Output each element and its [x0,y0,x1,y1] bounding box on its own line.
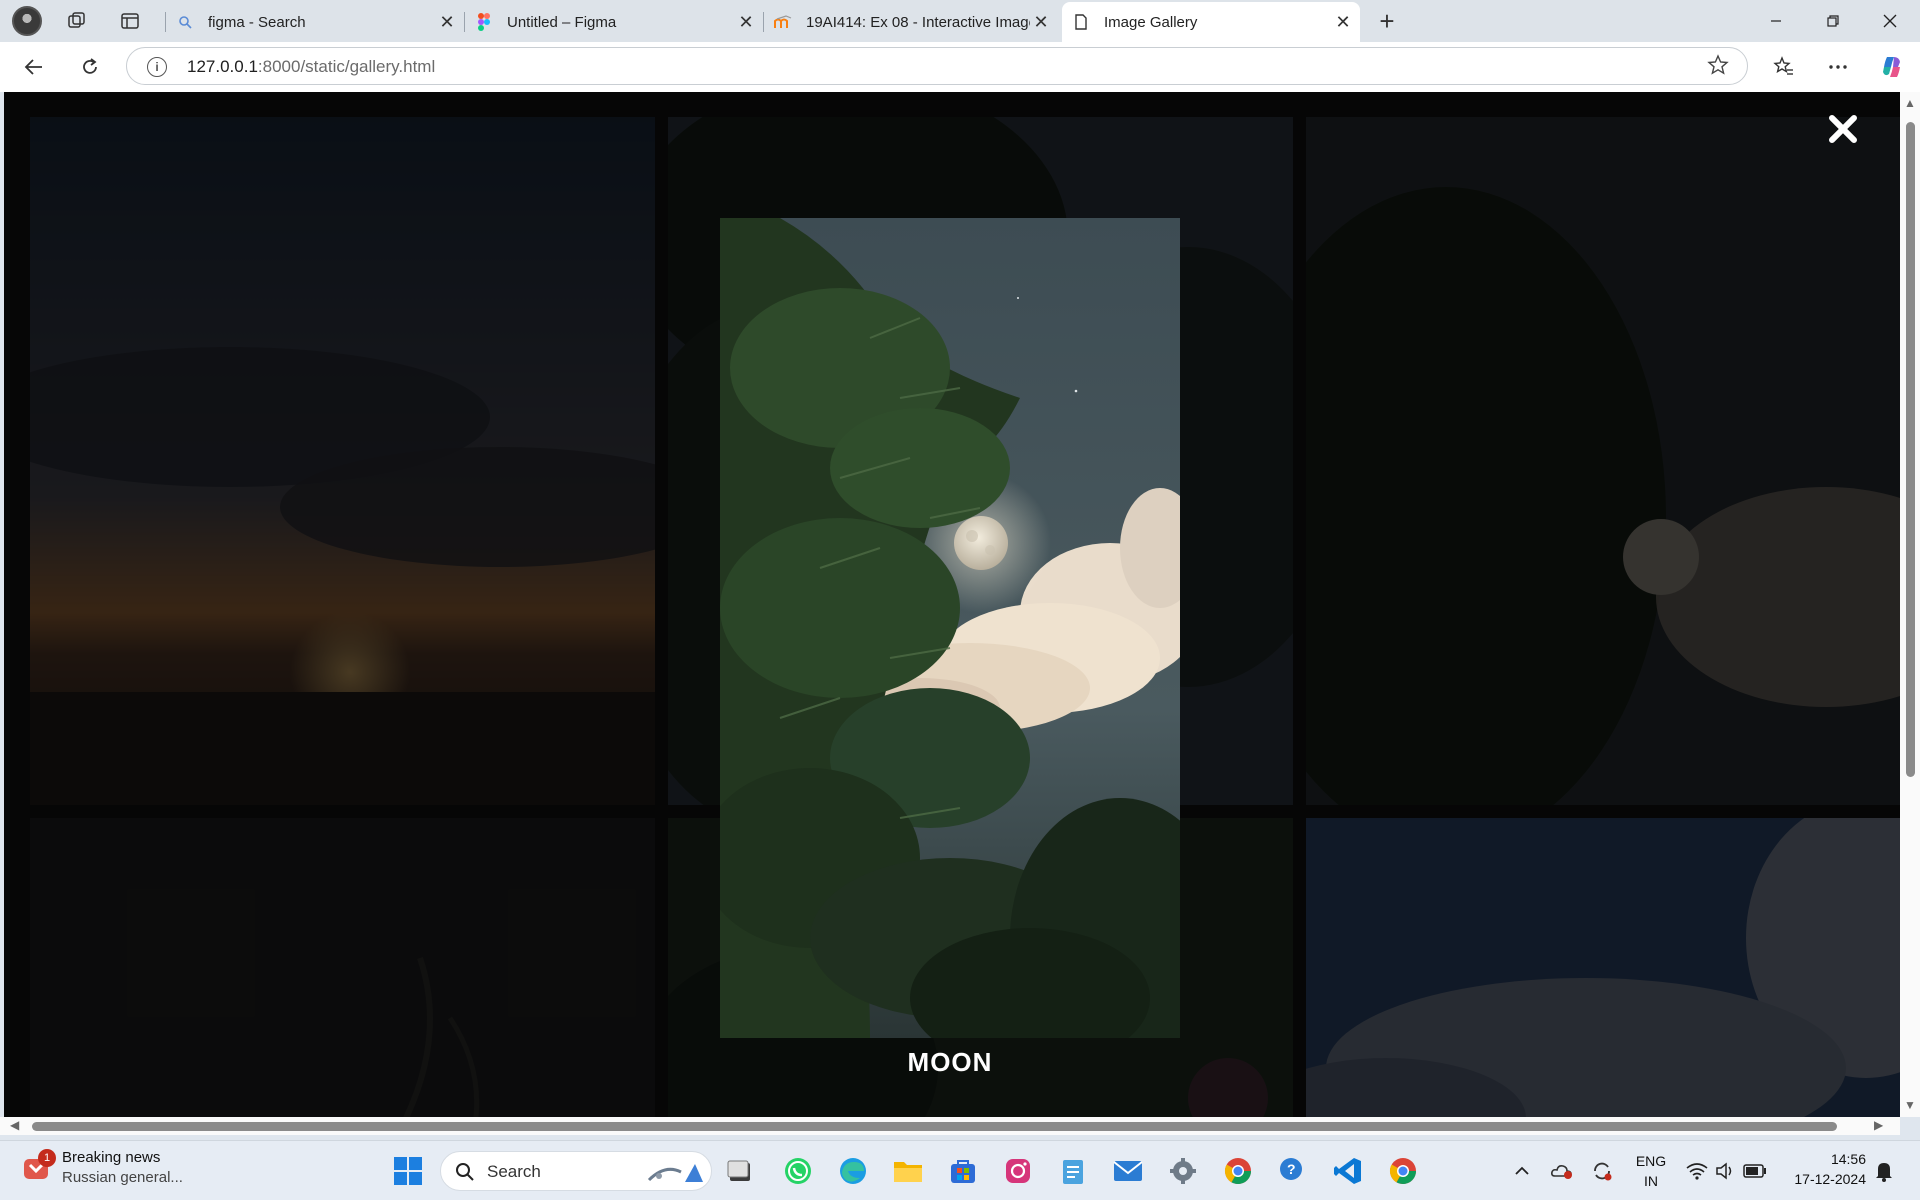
horizontal-scroll-thumb[interactable] [32,1122,1837,1131]
news-badge: 1 [38,1148,56,1167]
scroll-left-arrow[interactable]: ◀ [10,1118,19,1132]
language-code: ENG [1635,1153,1667,1169]
notepad-icon[interactable] [1055,1153,1091,1189]
show-hidden-icons-chevron[interactable] [1510,1159,1534,1183]
favorites-icon[interactable] [1766,50,1802,84]
restore-button[interactable] [1805,0,1861,42]
scroll-up-arrow[interactable]: ▲ [1904,96,1916,110]
chrome-icon[interactable] [1220,1153,1256,1189]
more-options-icon[interactable] [1820,50,1856,84]
new-tab-button[interactable]: + [1372,6,1402,36]
address-bar[interactable]: i 127.0.0.1:8000/static/gallery.html [126,47,1748,85]
file-explorer-icon[interactable] [890,1153,926,1189]
news-title: Breaking news [62,1149,161,1166]
close-tab-icon[interactable]: ✕ [735,12,757,33]
region-code: IN [1644,1173,1658,1189]
onedrive-icon[interactable] [1550,1159,1574,1183]
clock[interactable]: 14:56 17-12-2024 [1780,1151,1866,1187]
file-manager-icon[interactable] [722,1153,758,1189]
workspaces-icon[interactable] [62,7,92,35]
url-host: 127.0.0.1 [187,57,258,76]
copilot-icon[interactable] [1874,50,1910,84]
profile-avatar[interactable] [12,6,42,36]
scroll-down-arrow[interactable]: ▼ [1904,1098,1916,1112]
tab-moodle-exercise[interactable]: 19AI414: Ex 08 - Interactive Image ✕ [764,2,1058,42]
favorite-star-icon[interactable] [1707,54,1729,82]
help-icon[interactable]: ? [1275,1153,1311,1189]
mail-icon[interactable] [1110,1153,1146,1189]
taskbar-search-box[interactable]: Search [440,1151,712,1191]
search-icon [456,1163,474,1181]
page-icon [1072,13,1090,31]
gallery-page: MOON [4,92,1900,1117]
news-subtitle: Russian general... [62,1169,183,1186]
figma-icon [475,13,493,31]
lightbox-close-button[interactable] [1826,112,1860,146]
search-icon [176,13,194,31]
news-widget[interactable]: 1 Breaking news Russian general... [20,1148,183,1186]
news-icon: 1 [20,1148,56,1185]
tab-image-gallery[interactable]: Image Gallery ✕ [1062,2,1360,42]
close-tab-icon[interactable]: ✕ [436,12,458,33]
battery-icon[interactable] [1743,1159,1767,1183]
browser-toolbar: i 127.0.0.1:8000/static/gallery.html [0,42,1920,92]
volume-icon[interactable] [1713,1159,1737,1183]
refresh-button[interactable] [72,50,108,84]
whatsapp-icon[interactable] [780,1153,816,1189]
tab-figma-untitled[interactable]: Untitled – Figma ✕ [465,2,763,42]
tab-title: Image Gallery [1104,13,1198,31]
sync-icon[interactable] [1590,1159,1614,1183]
tab-title: Untitled – Figma [507,13,617,31]
chrome-icon[interactable] [1385,1153,1421,1189]
edge-icon[interactable] [835,1153,871,1189]
vertical-scroll-thumb[interactable] [1906,122,1915,777]
back-button[interactable] [16,50,52,84]
close-window-button[interactable] [1862,0,1918,42]
close-tab-icon[interactable]: ✕ [1030,12,1052,33]
svg-text:?: ? [1287,1161,1296,1177]
lightbox-caption: MOON [907,1047,993,1077]
taskbar-search-label: Search [487,1162,541,1181]
clock-time: 14:56 [1830,1151,1866,1167]
close-icon [1829,115,1857,143]
moodle-icon [774,13,792,31]
settings-icon[interactable] [1165,1153,1201,1189]
tab-title: 19AI414: Ex 08 - Interactive Image [806,13,1030,31]
tab-title: figma - Search [208,13,306,31]
windows-taskbar: 1 Breaking news Russian general... Searc… [0,1140,1920,1200]
tab-figma-search[interactable]: figma - Search ✕ [166,2,464,42]
browser-tab-bar: figma - Search ✕ Untitled – Figma ✕ 19AI… [0,0,1920,42]
instagram-icon[interactable] [1000,1153,1036,1189]
lightbox-image-moon [720,218,1180,1038]
site-info-icon[interactable]: i [147,57,167,77]
vertical-scrollbar[interactable]: ▲ ▼ [1900,92,1920,1117]
scroll-right-arrow[interactable]: ▶ [1874,1118,1883,1132]
input-language-indicator[interactable]: ENG IN [1628,1153,1674,1189]
horizontal-scrollbar[interactable]: ◀ ▶ [0,1117,1900,1135]
notifications-bell-icon[interactable] [1872,1159,1896,1183]
windows-start-icon[interactable] [390,1153,426,1189]
clock-date: 17-12-2024 [1794,1171,1866,1187]
close-tab-icon[interactable]: ✕ [1332,12,1354,33]
microsoft-store-icon[interactable] [945,1153,981,1189]
search-highlight-icon [647,1164,703,1182]
url-text[interactable]: 127.0.0.1:8000/static/gallery.html [187,57,435,77]
vertical-tabs-icon[interactable] [115,7,145,35]
wifi-icon[interactable] [1685,1159,1709,1183]
url-path: :8000/static/gallery.html [257,57,436,76]
vscode-icon[interactable] [1330,1153,1366,1189]
minimize-button[interactable] [1748,0,1804,42]
